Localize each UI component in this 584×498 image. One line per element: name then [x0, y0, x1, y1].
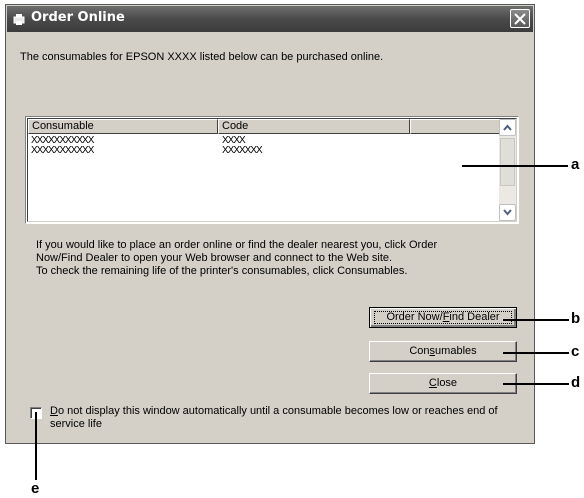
column-header-empty[interactable] [410, 119, 503, 134]
scroll-thumb[interactable] [500, 138, 515, 186]
intro-text: The consumables for EPSON XXXX listed be… [20, 51, 384, 63]
column-header-code[interactable]: Code [218, 119, 410, 134]
callout-line-a [462, 165, 568, 167]
order-online-dialog: Order Online The consumables for EPSON X… [5, 4, 535, 444]
close-window-button[interactable] [510, 9, 530, 28]
callout-line-b [503, 319, 569, 321]
callout-line-d [503, 383, 569, 385]
description-line-1: If you would like to place an order onli… [36, 239, 438, 251]
title-bar[interactable]: Order Online [7, 6, 533, 32]
callout-label-d: d [571, 374, 581, 391]
callout-line-e [35, 412, 37, 480]
scroll-up-button[interactable] [499, 119, 516, 136]
description-line-3: To check the remaining life of the print… [36, 265, 408, 277]
description-line-2: Now/Find Dealer to open your Web browser… [36, 252, 393, 264]
description-text: If you would like to place an order onli… [36, 239, 437, 278]
close-label-rest: lose [436, 377, 458, 389]
close-button[interactable]: Close [369, 373, 517, 394]
close-accelerator: C [428, 377, 437, 389]
consumables-list[interactable]: Consumable Code XXXXXXXXXXX XXXX XXXXXXX… [25, 116, 519, 224]
scroll-down-button[interactable] [499, 204, 516, 221]
focus-rectangle [374, 311, 512, 324]
list-item-2-code[interactable]: XXXXXXX [222, 145, 263, 156]
window-title: Order Online [31, 10, 125, 25]
list-header: Consumable Code [28, 119, 503, 134]
column-header-consumable[interactable]: Consumable [28, 119, 218, 134]
callout-label-a: a [571, 156, 580, 173]
consumables-label-rest: umables [435, 345, 477, 357]
callout-label-c: c [571, 343, 580, 360]
close-icon [514, 13, 526, 25]
callout-label-e: e [31, 480, 40, 497]
list-item-2-consumable[interactable]: XXXXXXXXXXX [31, 145, 94, 156]
vertical-scrollbar[interactable] [499, 119, 516, 221]
chevron-down-icon [503, 209, 512, 216]
consumables-button[interactable]: Consumables [369, 341, 517, 362]
consumables-label-part: Con [409, 345, 430, 357]
chevron-up-icon [503, 124, 512, 131]
checkbox-accelerator: D [50, 405, 58, 417]
callout-label-b: b [571, 310, 581, 327]
checkbox-label-rest: o not display this window automatically … [50, 405, 498, 430]
order-now-find-dealer-button[interactable]: Order Now/Find Dealer [369, 307, 517, 328]
printer-icon [13, 14, 25, 25]
do-not-display-label[interactable]: Do not display this window automatically… [50, 405, 520, 431]
callout-line-c [503, 352, 569, 354]
